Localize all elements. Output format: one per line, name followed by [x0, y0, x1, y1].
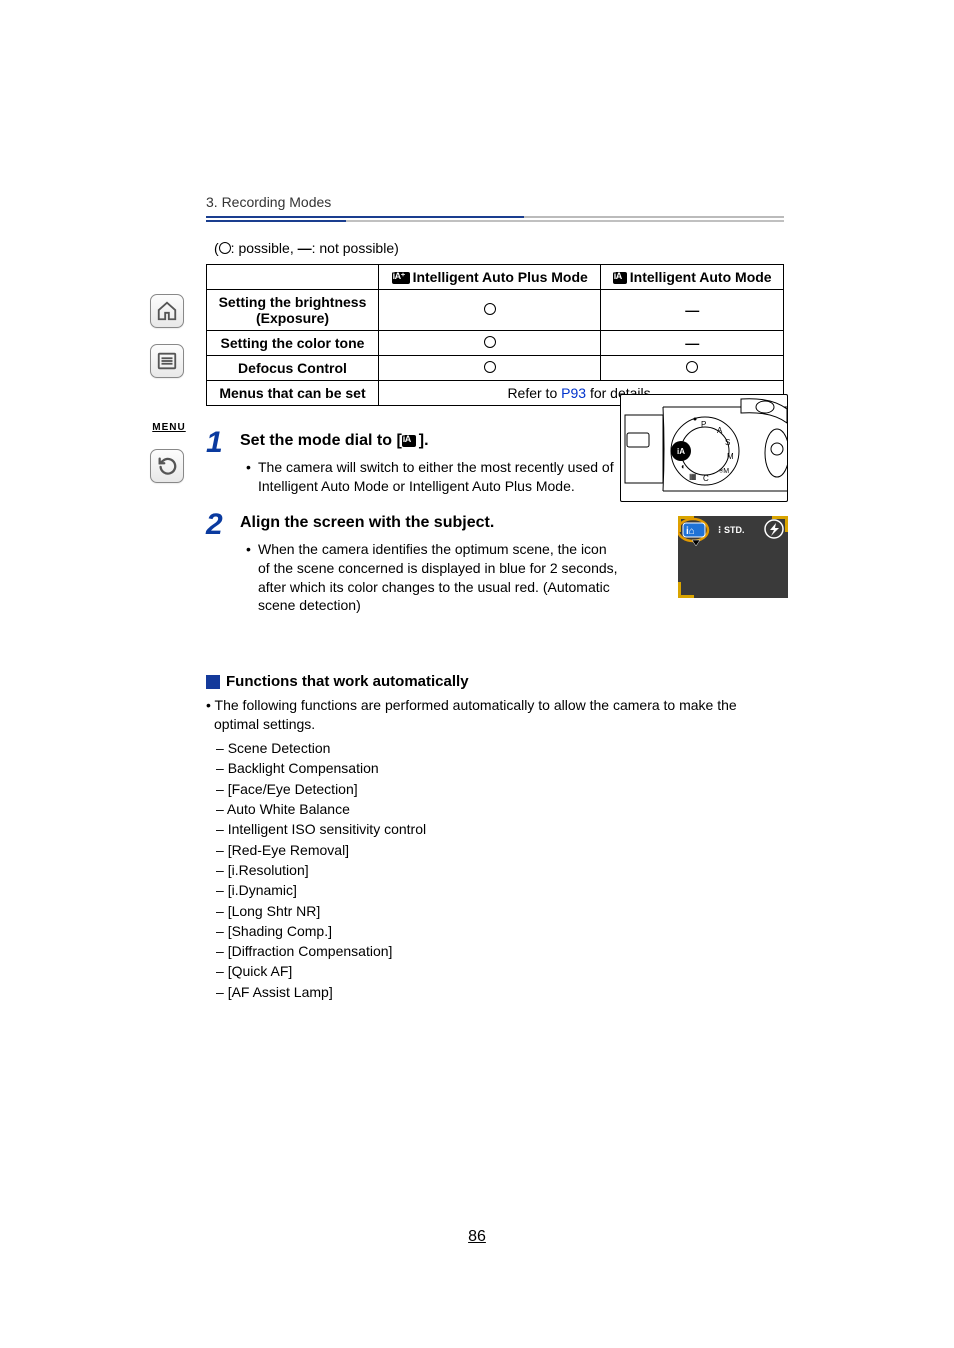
- row-color-tone: Setting the color tone: [207, 331, 379, 356]
- svg-text:M: M: [727, 452, 734, 461]
- list-item: [Quick AF]: [206, 961, 784, 981]
- toc-icon[interactable]: [150, 344, 184, 378]
- breadcrumb-divider: [206, 220, 784, 222]
- mode-dial-illustration: iA P A S M ⍟M C ▦ ◐: [620, 394, 788, 502]
- cell-defocus-ia: [601, 356, 784, 381]
- column-header-ia-plus: Intelligent Auto Plus Mode: [379, 265, 601, 290]
- svg-text:C: C: [703, 474, 709, 483]
- breadcrumb: 3. Recording Modes: [206, 194, 784, 218]
- cell-brightness-iaplus: [379, 290, 601, 331]
- cell-color-ia: —: [601, 331, 784, 356]
- svg-text:A: A: [717, 426, 723, 435]
- ia-plus-mode-icon: [392, 272, 410, 284]
- ia-mode-icon: [613, 272, 627, 284]
- svg-text:STD.: STD.: [724, 525, 745, 535]
- svg-text:⍟M: ⍟M: [719, 468, 729, 475]
- home-icon[interactable]: [150, 294, 184, 328]
- list-item: Intelligent ISO sensitivity control: [206, 819, 784, 839]
- list-item: [Diffraction Compensation]: [206, 941, 784, 961]
- row-brightness: Setting the brightness (Exposure): [207, 290, 379, 331]
- screen-scene-illustration: i⌂ ⁝ STD.: [678, 516, 788, 598]
- svg-text:⁝: ⁝: [718, 525, 722, 536]
- row-menus: Menus that can be set: [207, 381, 379, 406]
- svg-text:i⌂: i⌂: [686, 526, 695, 537]
- list-item: [i.Resolution]: [206, 860, 784, 880]
- svg-text:◐: ◐: [681, 462, 686, 471]
- auto-functions-intro: • The following functions are performed …: [206, 696, 784, 734]
- list-item: [Shading Comp.]: [206, 921, 784, 941]
- step-2-number: 2: [206, 510, 240, 540]
- page-number: 86: [0, 1228, 954, 1246]
- cell-color-iaplus: [379, 331, 601, 356]
- svg-text:iA: iA: [677, 447, 685, 456]
- list-item: [Long Shtr NR]: [206, 901, 784, 921]
- auto-functions-header: Functions that work automatically: [206, 673, 784, 690]
- menu-icon[interactable]: [150, 394, 184, 416]
- link-p93[interactable]: P93: [561, 385, 586, 401]
- svg-text:S: S: [725, 438, 730, 447]
- column-header-ia: Intelligent Auto Mode: [601, 265, 784, 290]
- step-1-bullet: • The camera will switch to either the m…: [240, 458, 618, 496]
- menu-label[interactable]: MENU: [150, 422, 188, 433]
- list-item: Auto White Balance: [206, 799, 784, 819]
- list-item: [i.Dynamic]: [206, 880, 784, 900]
- side-navigation: MENU: [150, 294, 188, 499]
- auto-functions-list: Scene Detection Backlight Compensation […: [206, 738, 784, 1002]
- cell-brightness-ia: —: [601, 290, 784, 331]
- list-item: [Face/Eye Detection]: [206, 779, 784, 799]
- svg-text:P: P: [701, 420, 706, 429]
- svg-text:▦: ▦: [689, 472, 697, 481]
- legend-text: (: possible, —: not possible): [206, 240, 784, 256]
- ia-mode-icon: [402, 435, 416, 447]
- step-2-bullet: • When the camera identifies the optimum…: [240, 540, 618, 616]
- mode-comparison-table: Intelligent Auto Plus Mode Intelligent A…: [206, 264, 784, 406]
- step-2-title: Align the screen with the subject.: [240, 514, 618, 532]
- list-item: Scene Detection: [206, 738, 784, 758]
- step-1-title: Set the mode dial to [].: [240, 432, 618, 450]
- list-item: Backlight Compensation: [206, 758, 784, 778]
- list-item: [AF Assist Lamp]: [206, 982, 784, 1002]
- row-defocus: Defocus Control: [207, 356, 379, 381]
- list-item: [Red-Eye Removal]: [206, 840, 784, 860]
- cell-defocus-iaplus: [379, 356, 601, 381]
- auto-functions-title: Functions that work automatically: [226, 673, 469, 690]
- back-icon[interactable]: [150, 449, 184, 483]
- step-1-number: 1: [206, 428, 240, 458]
- section-marker-icon: [206, 675, 220, 689]
